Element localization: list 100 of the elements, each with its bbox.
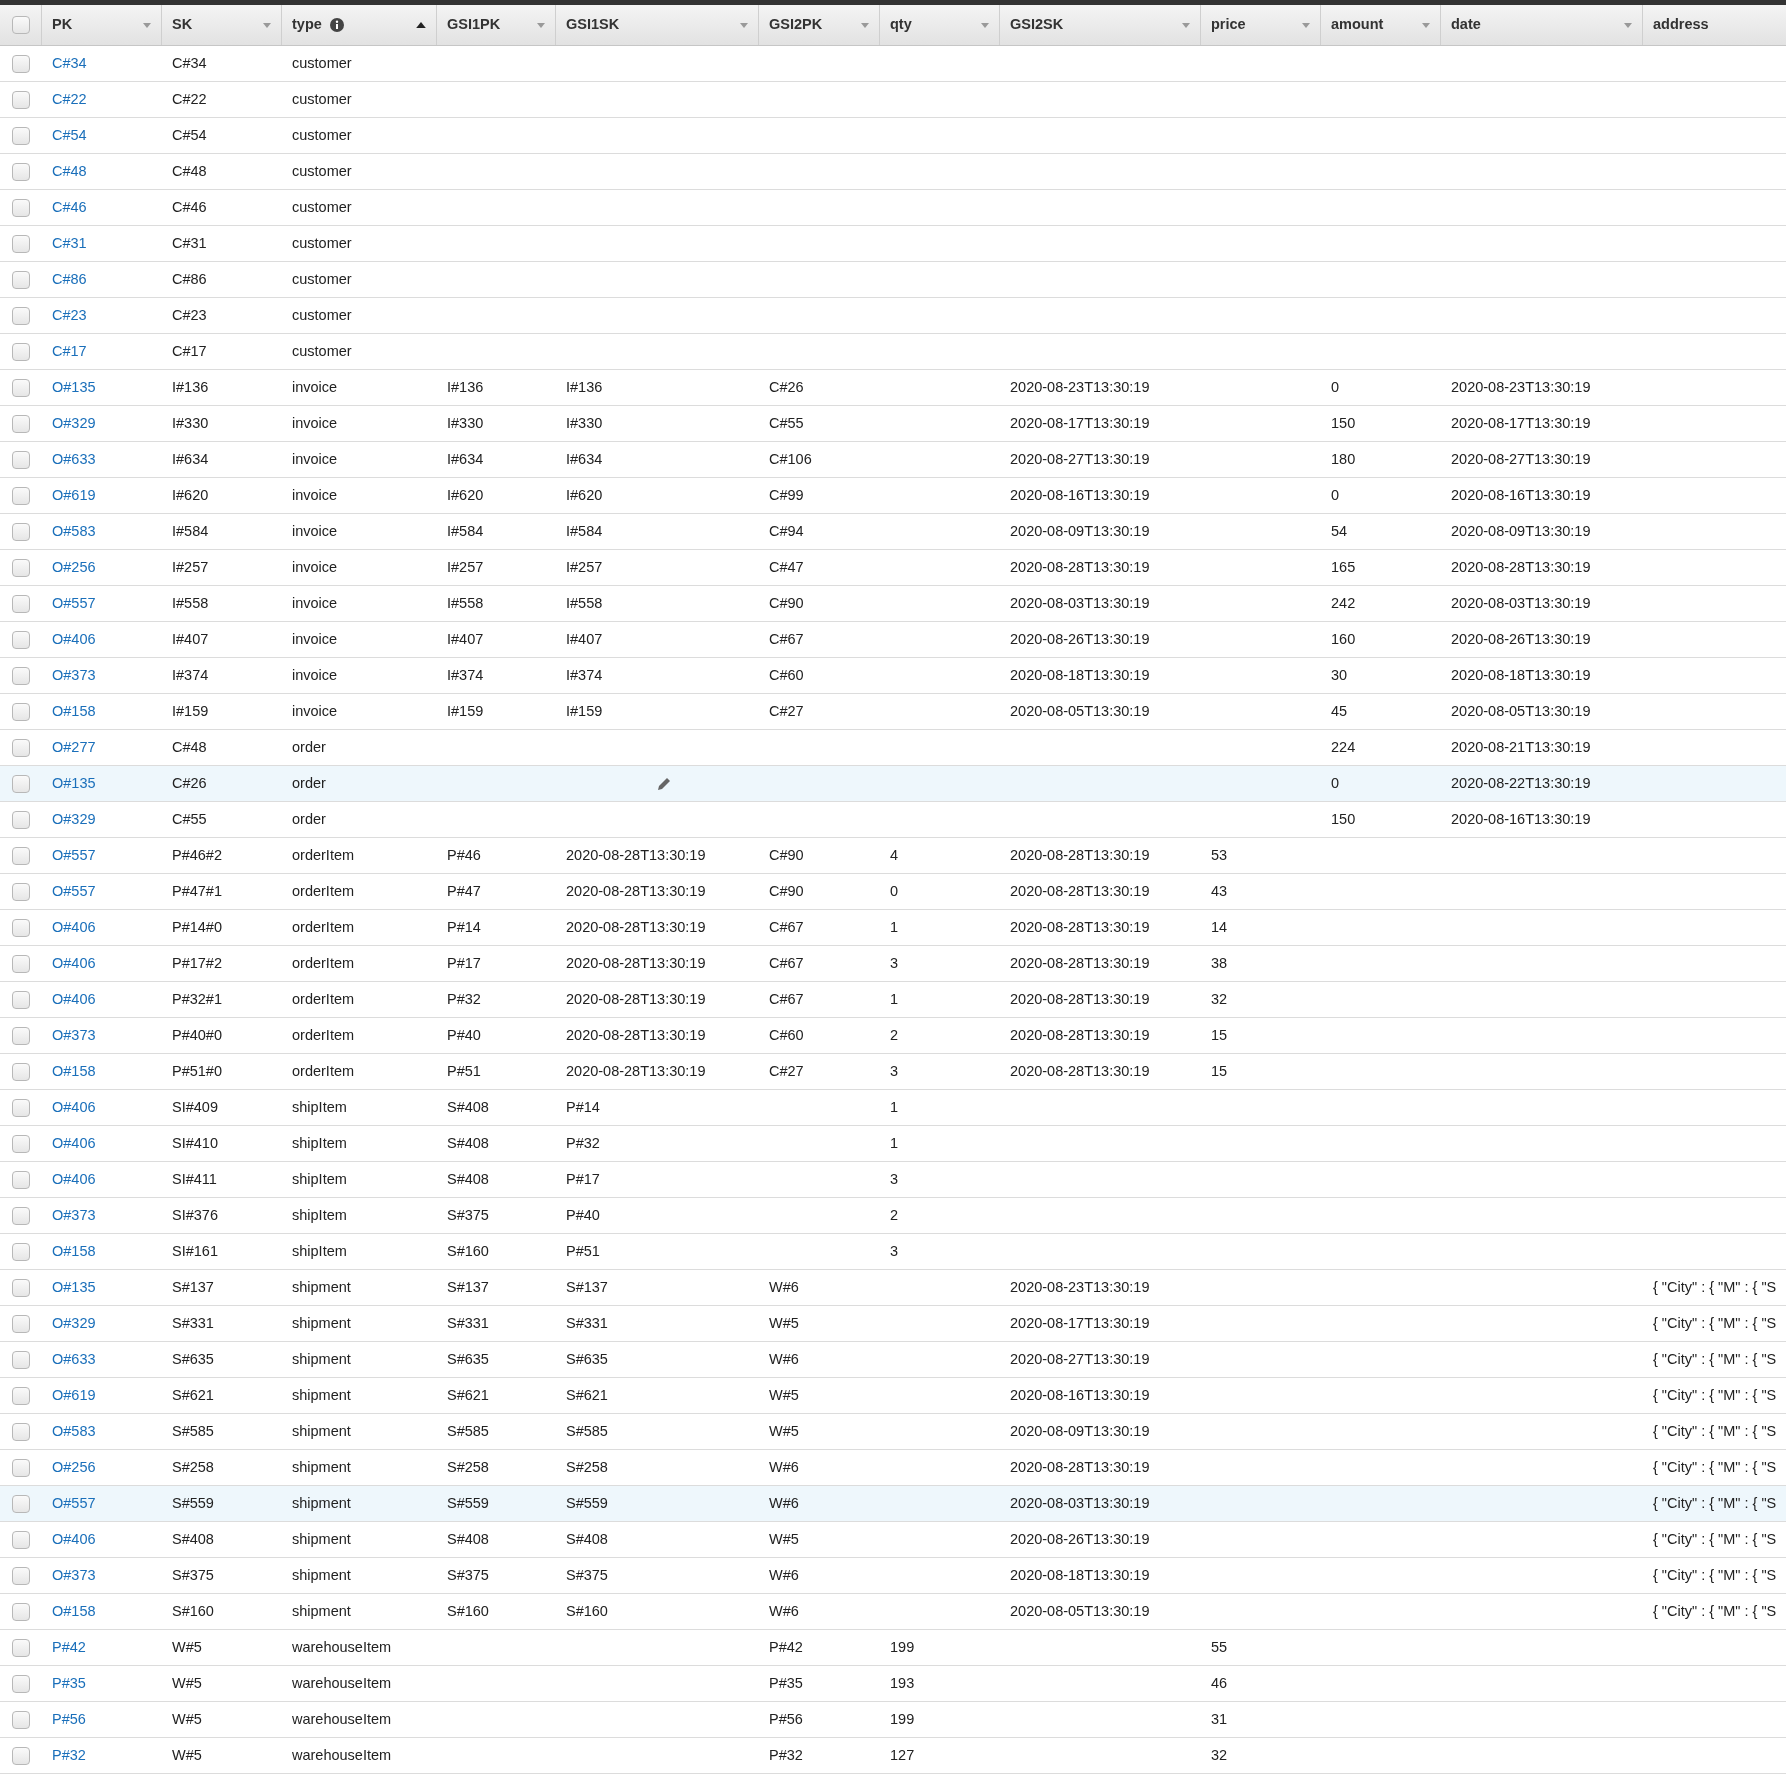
item-link[interactable]: O#135: [52, 376, 96, 399]
row-checkbox[interactable]: [12, 1458, 30, 1477]
item-link[interactable]: O#557: [52, 844, 96, 867]
item-link[interactable]: O#406: [52, 952, 96, 975]
row-checkbox[interactable]: [12, 558, 30, 577]
row-checkbox[interactable]: [12, 54, 30, 73]
row-checkbox[interactable]: [12, 90, 30, 109]
item-link[interactable]: C#22: [52, 88, 87, 111]
item-link[interactable]: O#619: [52, 1384, 96, 1407]
row-checkbox[interactable]: [12, 1278, 30, 1297]
item-link[interactable]: O#329: [52, 1312, 96, 1335]
row-checkbox[interactable]: [12, 1746, 30, 1765]
row-checkbox[interactable]: [12, 1098, 30, 1117]
item-link[interactable]: P#32: [52, 1744, 86, 1767]
item-link[interactable]: O#557: [52, 880, 96, 903]
item-link[interactable]: C#17: [52, 340, 87, 363]
column-header[interactable]: GSI2PK: [759, 5, 880, 45]
item-link[interactable]: O#557: [52, 592, 96, 615]
row-checkbox[interactable]: [12, 1350, 30, 1369]
row-checkbox[interactable]: [12, 738, 30, 757]
item-link[interactable]: O#135: [52, 1276, 96, 1299]
item-link[interactable]: O#373: [52, 1564, 96, 1587]
item-link[interactable]: O#557: [52, 1492, 96, 1515]
row-checkbox[interactable]: [12, 414, 30, 433]
row-checkbox[interactable]: [12, 342, 30, 361]
row-checkbox[interactable]: [12, 1242, 30, 1261]
item-link[interactable]: O#329: [52, 412, 96, 435]
item-link[interactable]: P#42: [52, 1636, 86, 1659]
row-checkbox[interactable]: [12, 810, 30, 829]
row-checkbox[interactable]: [12, 1386, 30, 1405]
item-link[interactable]: O#406: [52, 1132, 96, 1155]
item-link[interactable]: O#633: [52, 1348, 96, 1371]
column-header[interactable]: GSI2SK: [1000, 5, 1201, 45]
item-link[interactable]: C#48: [52, 160, 87, 183]
row-checkbox[interactable]: [12, 594, 30, 613]
item-link[interactable]: C#31: [52, 232, 87, 255]
item-link[interactable]: O#135: [52, 772, 96, 795]
item-link[interactable]: O#158: [52, 1600, 96, 1623]
item-link[interactable]: O#158: [52, 700, 96, 723]
row-checkbox[interactable]: [12, 630, 30, 649]
row-checkbox[interactable]: [12, 1494, 30, 1513]
column-header[interactable]: GSI1PK: [437, 5, 556, 45]
item-link[interactable]: C#23: [52, 304, 87, 327]
select-all-checkbox[interactable]: [11, 16, 30, 34]
row-checkbox[interactable]: [12, 234, 30, 253]
item-link[interactable]: O#406: [52, 628, 96, 651]
column-header[interactable]: address: [1643, 5, 1786, 45]
item-link[interactable]: O#633: [52, 448, 96, 471]
row-checkbox[interactable]: [12, 1638, 30, 1657]
item-link[interactable]: O#277: [52, 736, 96, 759]
row-checkbox[interactable]: [12, 1530, 30, 1549]
row-checkbox[interactable]: [12, 306, 30, 325]
row-checkbox[interactable]: [12, 846, 30, 865]
row-checkbox[interactable]: [12, 1134, 30, 1153]
item-link[interactable]: O#158: [52, 1240, 96, 1263]
row-checkbox[interactable]: [12, 198, 30, 217]
row-checkbox[interactable]: [12, 450, 30, 469]
row-checkbox[interactable]: [12, 1566, 30, 1585]
table-row[interactable]: O#557 S#559 shipment S#559 S#559 W#6 2020-08-03T13:30:19 { "City" : { "M" : { "S: [0, 1486, 1786, 1522]
item-link[interactable]: O#406: [52, 1168, 96, 1191]
row-checkbox[interactable]: [12, 702, 30, 721]
row-checkbox[interactable]: [12, 270, 30, 289]
item-link[interactable]: C#34: [52, 52, 87, 75]
item-link[interactable]: O#256: [52, 556, 96, 579]
row-checkbox[interactable]: [12, 162, 30, 181]
item-link[interactable]: C#54: [52, 124, 87, 147]
column-header[interactable]: SK: [162, 5, 282, 45]
row-checkbox[interactable]: [12, 1026, 30, 1045]
row-checkbox[interactable]: [12, 666, 30, 685]
row-checkbox[interactable]: [12, 774, 30, 793]
column-header[interactable]: price: [1201, 5, 1321, 45]
item-link[interactable]: O#373: [52, 664, 96, 687]
row-checkbox[interactable]: [12, 1602, 30, 1621]
item-link[interactable]: C#46: [52, 196, 87, 219]
row-checkbox[interactable]: [12, 1314, 30, 1333]
item-link[interactable]: O#406: [52, 1528, 96, 1551]
item-link[interactable]: O#256: [52, 1456, 96, 1479]
column-header[interactable]: PK: [42, 5, 162, 45]
item-link[interactable]: O#406: [52, 988, 96, 1011]
item-link[interactable]: O#373: [52, 1024, 96, 1047]
pencil-icon[interactable]: [657, 776, 671, 791]
item-link[interactable]: O#329: [52, 808, 96, 831]
row-checkbox[interactable]: [12, 1170, 30, 1189]
row-checkbox[interactable]: [12, 1422, 30, 1441]
row-checkbox[interactable]: [12, 990, 30, 1009]
column-header[interactable]: qty: [880, 5, 1000, 45]
row-checkbox[interactable]: [12, 378, 30, 397]
table-row[interactable]: O#135 C#26 order 0 2020-08-22T13:30:19: [0, 766, 1786, 802]
item-link[interactable]: O#158: [52, 1060, 96, 1083]
row-checkbox[interactable]: [12, 1062, 30, 1081]
column-header[interactable]: GSI1SK: [556, 5, 759, 45]
item-link[interactable]: C#86: [52, 268, 87, 291]
row-checkbox[interactable]: [12, 1206, 30, 1225]
item-link[interactable]: O#619: [52, 484, 96, 507]
row-checkbox[interactable]: [12, 918, 30, 937]
row-checkbox[interactable]: [12, 1710, 30, 1729]
row-checkbox[interactable]: [12, 486, 30, 505]
row-checkbox[interactable]: [12, 522, 30, 541]
row-checkbox[interactable]: [12, 954, 30, 973]
row-checkbox[interactable]: [12, 1674, 30, 1693]
